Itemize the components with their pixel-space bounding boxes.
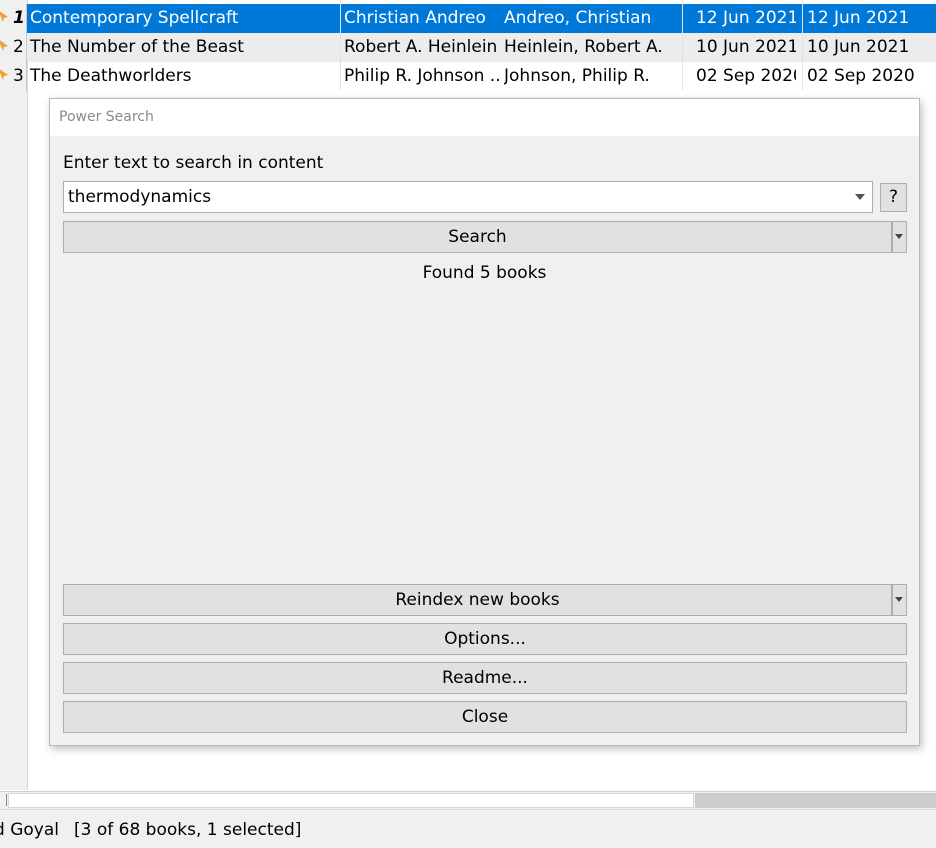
search-combobox[interactable]: thermodynamics [63,181,873,213]
search-menu-arrow-icon[interactable] [892,221,907,253]
readme-button[interactable]: Readme... [63,662,907,694]
close-button[interactable]: Close [63,701,907,733]
title-cell: The Deathworlders [30,66,192,86]
row-header[interactable]: 1 [0,4,27,33]
star-icon [0,40,8,51]
column-divider [340,0,341,90]
power-search-dialog: Power Search Enter text to search in con… [49,98,920,746]
table-row[interactable]: 2 The Number of the Beast Robert A. Hein… [0,33,936,62]
horizontal-scrollbar[interactable] [0,791,936,809]
book-count: [3 of 68 books, 1 selected] [74,820,302,840]
title-cell: Contemporary Spellcraft [30,8,239,28]
row-header[interactable]: 3 [0,62,27,91]
star-icon [0,11,8,22]
title-cell: The Number of the Beast [30,37,244,57]
table-row[interactable]: 3 The Deathworlders Philip R. Johnson ..… [0,62,936,91]
scroll-left-icon[interactable] [0,794,7,806]
author-sort-cell: Andreo, Christian [504,8,652,28]
reindex-button[interactable]: Reindex new books [63,584,892,616]
help-button[interactable]: ? [880,183,907,212]
author-cell: Robert A. Heinlein [344,37,498,57]
author-cell: Christian Andreo [344,8,486,28]
dialog-title: Power Search [59,109,154,125]
scrollbar-thumb[interactable] [695,793,936,808]
result-status: Found 5 books [422,263,547,283]
row-number: 3 [13,66,24,86]
column-divider [802,0,803,90]
search-input[interactable]: thermodynamics [68,187,211,207]
chevron-down-icon[interactable] [848,182,872,212]
status-bar: d Goyal [3 of 68 books, 1 selected] [0,809,936,848]
row-number-column [0,0,28,790]
author-sort-cell: Heinlein, Robert A. [504,37,663,57]
column-divider [682,0,683,90]
search-label: Enter text to search in content [63,153,324,173]
date-cell: 10 Jun 2021 [696,37,796,57]
table-row[interactable]: 1 Contemporary Spellcraft Christian Andr… [0,4,936,33]
row-number: 2 [13,37,24,57]
date-cell: 02 Sep 2020 [696,66,796,86]
author-sort-cell: Johnson, Philip R. [504,66,650,86]
date-cell: 12 Jun 2021 [696,8,796,28]
modified-cell: 02 Sep 2020 [807,66,915,86]
search-button[interactable]: Search [63,221,892,253]
row-number: 1 [13,8,25,28]
modified-cell: 10 Jun 2021 [807,37,910,57]
author-cell: Philip R. Johnson ... [344,66,499,86]
star-icon [0,69,8,80]
status-author: d Goyal [0,820,59,840]
dialog-title-bar[interactable]: Power Search [50,99,919,136]
modified-cell: 12 Jun 2021 [807,8,910,28]
reindex-menu-arrow-icon[interactable] [892,584,907,616]
row-header[interactable]: 2 [0,33,27,62]
options-button[interactable]: Options... [63,623,907,655]
scrollbar-track[interactable] [8,793,694,808]
